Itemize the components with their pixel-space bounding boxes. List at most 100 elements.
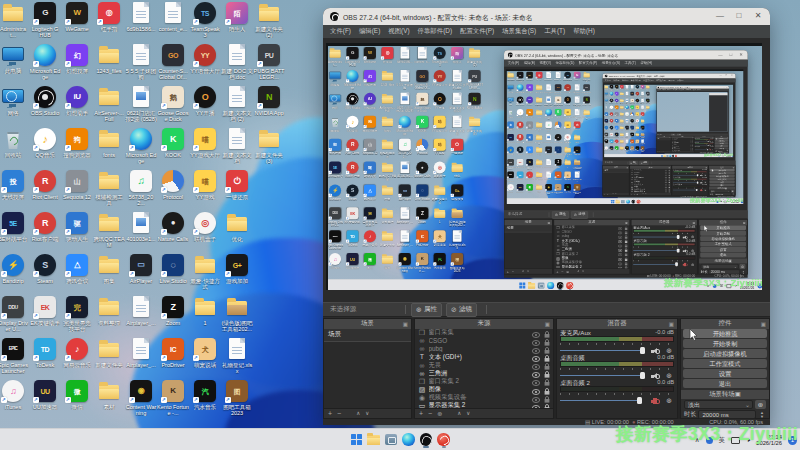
- scene-up-button[interactable]: ∧: [356, 411, 360, 417]
- desktop-icon[interactable]: DDU↗Display Driver U...: [0, 295, 29, 332]
- desktop-icon[interactable]: 401003e1...: [125, 211, 157, 242]
- menu-item[interactable]: 停靠部件(D): [418, 27, 452, 36]
- source-down-button[interactable]: ∨: [466, 411, 470, 417]
- desktop-icon[interactable]: 优化: [221, 211, 253, 242]
- menu-item[interactable]: 场景集合(S): [502, 27, 536, 36]
- desktop-icon[interactable]: 网络: [0, 85, 29, 116]
- desktop-icon[interactable]: K↗Kento Fortune -...: [157, 379, 189, 416]
- close-button[interactable]: ✕: [753, 11, 763, 20]
- desktop-icon[interactable]: 5E↗5E对战平台: [0, 211, 29, 242]
- desktop-icon[interactable]: TD↗ToDesk: [29, 337, 61, 368]
- menu-item[interactable]: 帮助(H): [573, 27, 595, 36]
- desktop-icon[interactable]: UU↗UU加速器: [29, 379, 61, 410]
- lock-icon[interactable]: [544, 389, 550, 407]
- menu-item[interactable]: 配置文件(P): [460, 27, 494, 36]
- desktop-icon[interactable]: fonts: [93, 127, 125, 158]
- scenes-panel-header[interactable]: 场景▣: [324, 319, 411, 329]
- taskbar-security-icon[interactable]: [437, 431, 451, 448]
- mixer-panel-header[interactable]: 混音器▣: [557, 319, 677, 329]
- desktop-icon[interactable]: ●↗Nature Calls: [157, 211, 189, 242]
- desktop-icon[interactable]: ↗Microsoft Edge: [125, 127, 157, 164]
- desktop-icon[interactable]: (绿色版)图吧工具箱202...: [221, 295, 253, 332]
- desktop-icon[interactable]: Airplayer_...: [125, 295, 157, 326]
- dock-options-icon[interactable]: ▣: [735, 390, 741, 398]
- desktop-icon[interactable]: 幻↗幻想投屏: [61, 43, 93, 74]
- desktop-icon[interactable]: 完↗完美世界竞技平台: [61, 295, 93, 332]
- desktop-icon[interactable]: ↗OBS Studio: [29, 85, 61, 116]
- virtual-camera-button[interactable]: 启动虚拟摄像机: [683, 349, 767, 358]
- desktop-icon[interactable]: content_e...: [157, 1, 189, 32]
- obs-preview[interactable]: Administrat...G↗Logitech G HUBW↗WeGame◎↗…: [326, 43, 762, 290]
- desktop-icon[interactable]: IC↗ProDriver: [157, 337, 189, 368]
- desktop-icon[interactable]: 1: [189, 295, 221, 326]
- filters-button[interactable]: ⊘滤镜: [446, 303, 477, 317]
- desktop-icon[interactable]: 素材: [93, 379, 125, 410]
- desktop-icon[interactable]: 驱↗驱动人生: [61, 211, 93, 242]
- maximize-button[interactable]: □: [734, 11, 744, 20]
- menu-item[interactable]: 视图(V): [388, 27, 409, 36]
- desktop-icon[interactable]: EPIC↗Epic Games Launcher: [0, 337, 29, 374]
- volume-slider[interactable]: [560, 399, 642, 403]
- desktop-icon[interactable]: 犬↗萌宠说话: [189, 337, 221, 368]
- source-properties-button[interactable]: ⊛: [437, 411, 442, 417]
- desktop-icon[interactable]: 山↗Sequoia 12: [61, 169, 93, 200]
- desktop-icon[interactable]: EK↗EK按键助手: [29, 295, 61, 326]
- transition-select[interactable]: 淡出: [684, 400, 753, 409]
- controls-panel-header[interactable]: 控件▣: [681, 319, 769, 329]
- desktop-icon[interactable]: AirServer-... Full: [93, 85, 125, 122]
- desktop-icon[interactable]: YY↗YY语音大厅: [189, 43, 221, 74]
- desktop-icon[interactable]: △↗腾讯会议: [61, 253, 93, 284]
- dock-options-icon[interactable]: ▣: [403, 321, 408, 327]
- desktop-icon[interactable]: 新建文件夹 (2): [253, 1, 285, 38]
- desktop-icon[interactable]: 最爱·快捷方式: [189, 253, 221, 290]
- desktop-icon[interactable]: 模辅检测工具: [93, 169, 125, 206]
- taskbar-explorer-icon[interactable]: [367, 431, 381, 448]
- remove-scene-button[interactable]: −: [337, 410, 341, 417]
- transition-gear-button[interactable]: ⊛: [755, 400, 766, 409]
- desktop-icon[interactable]: 喵↗YY游戏: [189, 169, 221, 200]
- scene-down-button[interactable]: ∨: [365, 411, 369, 417]
- desktop-icon[interactable]: O↗YY开播: [189, 85, 221, 116]
- desktop-icon[interactable]: R↗Riot Client: [29, 169, 61, 200]
- dock-options-icon[interactable]: ▣: [761, 321, 766, 327]
- desktop-icon[interactable]: ⚡↗Bandizip: [0, 253, 29, 284]
- desktop-icon[interactable]: Administrat...: [0, 1, 29, 38]
- obs-titlebar[interactable]: OBS 27.2.4 (64-bit, windows) - 配置文件: 未命名…: [323, 8, 770, 25]
- desktop-icon[interactable]: 图集: [93, 253, 125, 284]
- desktop-icon[interactable]: 新建文件夹: [93, 337, 125, 368]
- desktop-icon[interactable]: G+↗游戏加加: [221, 253, 253, 284]
- desktop-icon[interactable]: Z↗Zoom: [157, 295, 189, 326]
- desktop-icon[interactable]: 腾讯QC TEAM: [93, 211, 125, 248]
- desktop-icon[interactable]: ♪↗网易云音乐: [61, 337, 93, 368]
- desktop-icon[interactable]: 礼物登记.xlsx: [221, 337, 253, 374]
- desktop-icon[interactable]: 图↗图吧工具箱 2023: [221, 379, 253, 416]
- desktop-icon[interactable]: R↗Riot客户端: [29, 211, 61, 242]
- desktop-icon[interactable]: ⏻↗一键还原: [221, 169, 253, 200]
- scene-list-item[interactable]: 场景: [324, 329, 411, 342]
- desktop-icon[interactable]: PU↗PUBG BATTLEGR...: [253, 43, 285, 80]
- desktop-icon[interactable]: 5 5 5 子妹团购: [125, 43, 157, 80]
- desktop-icon[interactable]: GOCounter-S... Global Of...: [157, 43, 189, 80]
- gear-icon[interactable]: ⊛: [666, 347, 672, 354]
- desktop-icon[interactable]: 6d9b1586...: [125, 1, 157, 32]
- visibility-eye-icon[interactable]: [532, 389, 540, 407]
- desktop-icon[interactable]: K↗KOOK: [157, 127, 189, 158]
- desktop-icon[interactable]: 微↗微信: [61, 379, 93, 410]
- desktop-icon[interactable]: TS↗TeamSpeak 3: [189, 1, 221, 38]
- start-button[interactable]: [349, 431, 363, 448]
- desktop-icon[interactable]: ◌↗Live Studio: [157, 253, 189, 284]
- dock-options-icon[interactable]: ▣: [669, 321, 674, 327]
- source-up-button[interactable]: ∧: [457, 411, 461, 417]
- desktop-icon[interactable]: G↗Logitech G HUB: [29, 1, 61, 38]
- desktop-icon[interactable]: ◉↗Content Warning: [125, 379, 157, 416]
- desktop-icon[interactable]: 喵↗YY游戏大厅: [189, 127, 221, 158]
- taskbar-edge-icon[interactable]: [402, 431, 416, 448]
- desktop-icon[interactable]: ▭↗AirPlayer: [125, 253, 157, 284]
- desktop-icon[interactable]: 汽↗汽水音乐: [189, 379, 221, 410]
- remove-source-button[interactable]: −: [428, 410, 432, 417]
- menu-item[interactable]: 工具(T): [544, 27, 565, 36]
- desktop-icon[interactable]: ◎↗联机盒子: [189, 211, 221, 242]
- desktop-icon[interactable]: 新建 DOC 文档.doc: [221, 43, 253, 80]
- add-source-button[interactable]: +: [419, 410, 423, 417]
- gear-icon[interactable]: ⊛: [666, 397, 672, 404]
